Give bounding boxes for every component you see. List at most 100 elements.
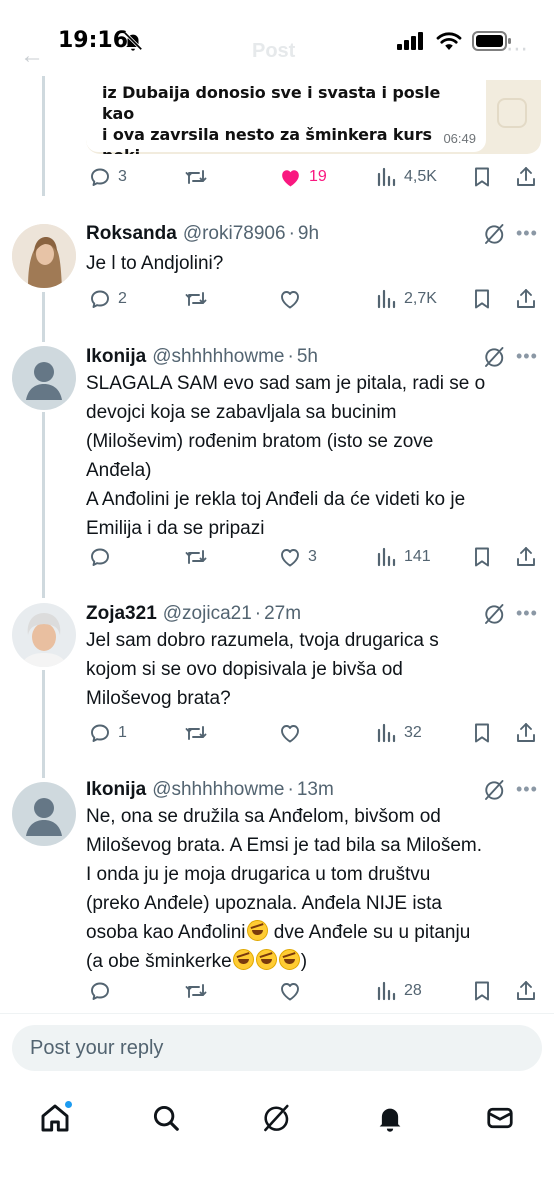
retweet-button[interactable] [184, 284, 208, 314]
share-button[interactable] [514, 284, 538, 314]
reply-input-placeholder: Post your reply [30, 1036, 164, 1059]
grok-icon[interactable] [482, 602, 506, 626]
grok-icon [260, 1102, 292, 1134]
rofl-emoji [232, 949, 254, 970]
author-name[interactable]: Roksanda [86, 223, 177, 245]
post-text-line: (a obe šminkerke) [86, 947, 536, 976]
battery-icon [472, 31, 511, 51]
thread-line [42, 76, 45, 196]
post-actions: 1 32 [86, 718, 541, 748]
tab-messages[interactable] [482, 1100, 518, 1136]
views-count: 4,5K [404, 168, 437, 185]
attached-chat-screenshot[interactable]: iz Dubaija donosio sve i svasta i posle … [86, 80, 541, 154]
page-title: Post [252, 40, 296, 62]
bookmark-button[interactable] [470, 162, 494, 192]
grok-icon[interactable] [482, 222, 506, 246]
bookmark-button[interactable] [470, 718, 494, 748]
author-handle[interactable]: @zojica21 [163, 603, 252, 625]
avatar[interactable] [12, 346, 76, 410]
notification-dot [64, 1100, 73, 1109]
retweet-button[interactable] [184, 718, 208, 748]
chat-bubble-time: 06:49 [443, 131, 476, 146]
tab-search[interactable] [148, 1100, 184, 1136]
rofl-emoji [246, 920, 268, 941]
cellular-signal-icon [397, 32, 423, 50]
reply-icon [88, 165, 112, 189]
avatar[interactable] [12, 224, 76, 288]
more-icon[interactable]: ••• [516, 603, 538, 624]
reply-input[interactable]: Post your reply [12, 1025, 542, 1071]
share-icon [514, 545, 538, 569]
share-button[interactable] [514, 718, 538, 748]
author-name[interactable]: Ikonija [86, 346, 146, 368]
author-handle[interactable]: @roki78906 [183, 223, 286, 245]
share-button[interactable] [514, 542, 538, 572]
like-button[interactable] [278, 976, 302, 1006]
tab-notifications[interactable] [372, 1100, 408, 1136]
like-button[interactable]: 3 [278, 542, 317, 572]
like-button[interactable] [278, 718, 302, 748]
post-text-line: Miloševog brata? [86, 688, 231, 709]
views-button[interactable]: 141 [374, 542, 431, 572]
thread-line [42, 292, 45, 342]
retweet-button[interactable] [184, 542, 208, 572]
reply-count: 2 [118, 290, 127, 307]
post-text-line: (preko Anđele) upoznala. Anđela NIJE ist… [86, 893, 442, 914]
views-button[interactable]: 2,7K [374, 284, 437, 314]
author-handle[interactable]: @shhhhhowme [152, 346, 284, 368]
reply-button[interactable] [88, 542, 112, 572]
default-avatar-icon [26, 798, 62, 836]
bookmark-button[interactable] [470, 542, 494, 572]
author-handle[interactable]: @shhhhhowme [152, 779, 284, 801]
author-name[interactable]: Zoja321 [86, 603, 157, 625]
reply-button[interactable]: 3 [88, 162, 127, 192]
grok-icon[interactable] [482, 778, 506, 802]
reply-button[interactable] [88, 976, 112, 1006]
reply-icon [88, 979, 112, 1003]
more-icon[interactable]: ••• [516, 346, 538, 367]
views-button[interactable]: 4,5K [374, 162, 437, 192]
views-icon [374, 545, 398, 569]
like-button[interactable]: 19 [278, 162, 327, 192]
reply-button[interactable]: 1 [88, 718, 127, 748]
tab-home[interactable] [37, 1100, 73, 1136]
grok-icon[interactable] [482, 345, 506, 369]
post-actions: 28 [86, 976, 541, 1006]
share-icon [514, 721, 538, 745]
avatar[interactable] [12, 782, 76, 846]
more-icon[interactable]: ••• [516, 779, 538, 800]
share-button[interactable] [514, 976, 538, 1006]
share-button[interactable] [514, 162, 538, 192]
author-name[interactable]: Ikonija [86, 779, 146, 801]
divider [0, 1013, 554, 1014]
avatar-photo [12, 224, 76, 288]
post-actions: 3 141 [86, 542, 541, 572]
reply-icon [88, 721, 112, 745]
post-text-line: kojom si se ovo dopisivala je bivša od [86, 659, 403, 680]
like-button[interactable] [278, 284, 302, 314]
thread-line [42, 670, 45, 778]
bookmark-button[interactable] [470, 976, 494, 1006]
views-button[interactable]: 32 [374, 718, 422, 748]
messages-icon [487, 1107, 513, 1129]
bookmark-icon [470, 721, 494, 745]
chat-bubble: iz Dubaija donosio sve i svasta i posle … [86, 80, 486, 154]
post-text-line: Je l to Andjolini? [86, 253, 224, 274]
retweet-button[interactable] [184, 162, 208, 192]
reply-button[interactable]: 2 [88, 284, 127, 314]
bookmark-button[interactable] [470, 284, 494, 314]
back-arrow-icon[interactable]: ← [20, 42, 44, 70]
post-time: 13m [296, 779, 334, 800]
views-count: 141 [404, 548, 431, 565]
tab-grok[interactable] [258, 1100, 294, 1136]
avatar[interactable] [12, 603, 76, 667]
heart-icon [278, 979, 302, 1003]
views-count: 2,7K [404, 290, 437, 307]
reply-icon [88, 545, 112, 569]
views-button[interactable]: 28 [374, 976, 422, 1006]
post-text: Jel sam dobro razumela, tvoja drugarica … [86, 626, 536, 713]
retweet-button[interactable] [184, 976, 208, 1006]
share-icon [514, 979, 538, 1003]
chat-bubble-line: i ova zavrsila nesto za šminkera kurs ne… [102, 125, 432, 154]
more-icon[interactable]: ••• [516, 223, 538, 244]
